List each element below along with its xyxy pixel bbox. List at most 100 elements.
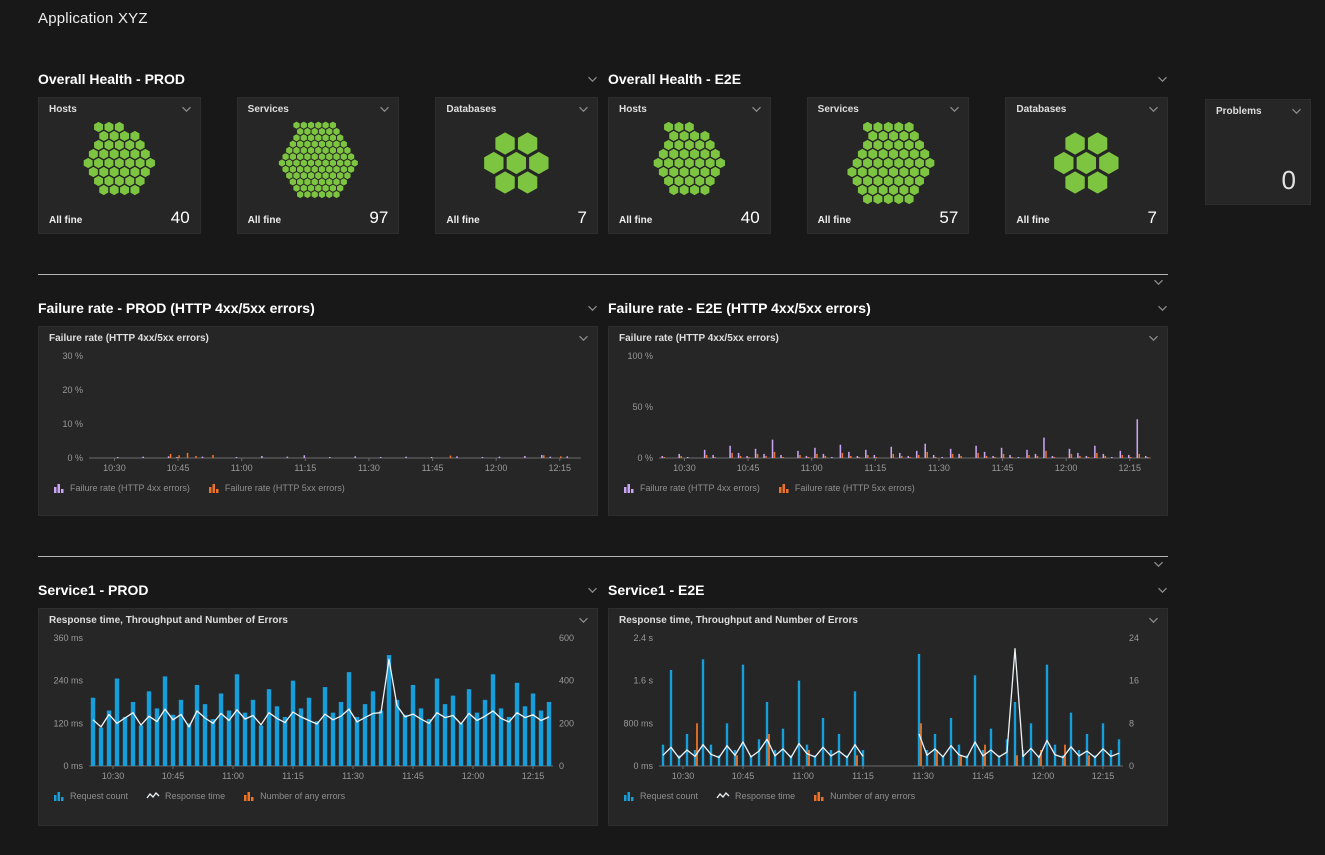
chevron-down-icon[interactable] bbox=[1148, 617, 1159, 624]
health-tile-databases[interactable]: Databases All fine 7 bbox=[435, 97, 598, 234]
svg-text:10:45: 10:45 bbox=[167, 463, 190, 473]
legend-item[interactable]: Request count bbox=[53, 791, 128, 801]
chevron-down-icon[interactable] bbox=[1157, 76, 1168, 83]
svg-text:10:30: 10:30 bbox=[103, 463, 126, 473]
svg-text:10 %: 10 % bbox=[62, 419, 83, 429]
chevron-down-icon[interactable] bbox=[587, 587, 598, 594]
legend-item[interactable]: Failure rate (HTTP 5xx errors) bbox=[778, 483, 915, 493]
svg-text:24: 24 bbox=[1129, 633, 1139, 643]
honeycomb-svg bbox=[1006, 117, 1167, 209]
svg-text:12:00: 12:00 bbox=[462, 771, 485, 781]
svg-text:12:15: 12:15 bbox=[1119, 463, 1142, 473]
svg-text:2.4 s: 2.4 s bbox=[633, 633, 653, 643]
svg-text:11:30: 11:30 bbox=[928, 463, 950, 473]
legend-label: Number of any errors bbox=[260, 791, 345, 801]
tile-title: Services bbox=[248, 104, 289, 115]
svg-text:50 %: 50 % bbox=[632, 402, 653, 412]
chevron-down-icon[interactable] bbox=[751, 106, 762, 113]
chart-legend: Request count Response time Number of any … bbox=[609, 786, 1167, 801]
legend-label: Failure rate (HTTP 5xx errors) bbox=[225, 483, 345, 493]
problems-column: Problems 0 bbox=[1205, 69, 1311, 234]
failure-rate-chart-tile-e2e[interactable]: Failure rate (HTTP 4xx/5xx errors) 0 %50… bbox=[608, 326, 1168, 516]
chart-canvas[interactable]: 0 %10 %20 %30 %10:3010:4511:0011:1511:30… bbox=[39, 346, 597, 478]
svg-text:10:30: 10:30 bbox=[672, 771, 695, 781]
chevron-down-icon[interactable] bbox=[1157, 305, 1168, 312]
svg-text:30 %: 30 % bbox=[62, 351, 83, 361]
failure-rate-chart-tile-prod[interactable]: Failure rate (HTTP 4xx/5xx errors) 0 %10… bbox=[38, 326, 598, 516]
health-tile-services[interactable]: Services All fine 57 bbox=[807, 97, 970, 234]
chevron-down-icon[interactable] bbox=[578, 617, 589, 624]
health-tile-databases[interactable]: Databases All fine 7 bbox=[1005, 97, 1168, 234]
section-title: Failure rate - PROD (HTTP 4xx/5xx errors… bbox=[38, 300, 315, 316]
svg-text:12:00: 12:00 bbox=[1055, 463, 1078, 473]
legend-item[interactable]: Response time bbox=[716, 791, 795, 801]
section-title: Service1 - PROD bbox=[38, 582, 149, 598]
health-tile-hosts[interactable]: Hosts All fine 40 bbox=[38, 97, 201, 234]
health-tile-hosts[interactable]: Hosts All fine 40 bbox=[608, 97, 771, 234]
entity-count: 40 bbox=[741, 209, 760, 226]
chevron-down-icon[interactable] bbox=[181, 106, 192, 113]
svg-text:11:00: 11:00 bbox=[222, 771, 244, 781]
legend-item[interactable]: Failure rate (HTTP 4xx errors) bbox=[623, 483, 760, 493]
entity-count: 7 bbox=[578, 209, 587, 226]
chevron-down-icon[interactable] bbox=[379, 106, 390, 113]
section-health-e2e: Overall Health - E2E Hosts All fine 40 bbox=[608, 69, 1168, 234]
svg-text:240 ms: 240 ms bbox=[53, 676, 83, 686]
status-label: All fine bbox=[1016, 215, 1049, 226]
chevron-down-icon[interactable] bbox=[1148, 335, 1159, 342]
svg-text:20 %: 20 % bbox=[62, 385, 83, 395]
problems-tile[interactable]: Problems 0 bbox=[1205, 99, 1311, 205]
svg-text:10:45: 10:45 bbox=[732, 771, 755, 781]
section-failure-e2e: Failure rate - E2E (HTTP 4xx/5xx errors)… bbox=[608, 298, 1168, 516]
svg-text:11:15: 11:15 bbox=[282, 771, 304, 781]
status-label: All fine bbox=[49, 215, 82, 226]
chevron-down-icon[interactable] bbox=[1153, 278, 1164, 286]
chevron-down-icon[interactable] bbox=[1291, 108, 1302, 115]
chevron-down-icon[interactable] bbox=[578, 335, 589, 342]
hexagon-cluster bbox=[1006, 117, 1167, 209]
tile-header: Hosts bbox=[39, 98, 200, 117]
chevron-down-icon[interactable] bbox=[1157, 587, 1168, 594]
legend-item[interactable]: Number of any errors bbox=[813, 791, 915, 801]
chevron-down-icon[interactable] bbox=[587, 305, 598, 312]
tile-footer: All fine 40 bbox=[609, 209, 770, 233]
hexagon-cluster bbox=[609, 117, 770, 209]
chevron-down-icon[interactable] bbox=[1153, 560, 1164, 568]
legend-item[interactable]: Failure rate (HTTP 5xx errors) bbox=[208, 483, 345, 493]
legend-item[interactable]: Response time bbox=[146, 791, 225, 801]
chevron-down-icon[interactable] bbox=[1148, 106, 1159, 113]
bar-series-icon bbox=[623, 791, 635, 801]
svg-text:12:15: 12:15 bbox=[522, 771, 545, 781]
chevron-down-icon[interactable] bbox=[949, 106, 960, 113]
chevron-down-icon[interactable] bbox=[578, 106, 589, 113]
legend-label: Response time bbox=[165, 791, 225, 801]
tile-footer: All fine 7 bbox=[1006, 209, 1167, 233]
honeycomb-svg bbox=[238, 117, 399, 209]
svg-text:16: 16 bbox=[1129, 676, 1139, 686]
svg-text:11:45: 11:45 bbox=[972, 771, 994, 781]
svg-text:12:00: 12:00 bbox=[485, 463, 508, 473]
legend-item[interactable]: Failure rate (HTTP 4xx errors) bbox=[53, 483, 190, 493]
service1-chart-tile-e2e[interactable]: Response time, Throughput and Number of … bbox=[608, 608, 1168, 826]
chevron-down-icon[interactable] bbox=[587, 76, 598, 83]
failure-rate-row: Failure rate - PROD (HTTP 4xx/5xx errors… bbox=[38, 298, 1310, 516]
svg-text:11:00: 11:00 bbox=[792, 771, 814, 781]
legend-label: Failure rate (HTTP 4xx errors) bbox=[70, 483, 190, 493]
legend-label: Failure rate (HTTP 4xx errors) bbox=[640, 483, 760, 493]
section-divider bbox=[38, 556, 1168, 568]
tile-header: Failure rate (HTTP 4xx/5xx errors) bbox=[39, 327, 597, 346]
bar-series-icon bbox=[243, 791, 255, 801]
legend-item[interactable]: Number of any errors bbox=[243, 791, 345, 801]
chart-canvas[interactable]: 0 ms120 ms240 ms360 ms020040060010:3010:… bbox=[39, 628, 597, 786]
svg-text:600: 600 bbox=[559, 633, 574, 643]
svg-text:10:45: 10:45 bbox=[162, 771, 185, 781]
svg-text:11:45: 11:45 bbox=[992, 463, 1014, 473]
legend-label: Number of any errors bbox=[830, 791, 915, 801]
bar-series-icon bbox=[813, 791, 825, 801]
health-tile-services[interactable]: Services All fine 97 bbox=[237, 97, 400, 234]
section-title: Overall Health - E2E bbox=[608, 71, 741, 87]
chart-canvas[interactable]: 0 %50 %100 %10:3010:4511:0011:1511:3011:… bbox=[609, 346, 1167, 478]
legend-item[interactable]: Request count bbox=[623, 791, 698, 801]
chart-canvas[interactable]: 0 ms800 ms1.6 s2.4 s08162410:3010:4511:0… bbox=[609, 628, 1167, 786]
service1-chart-tile-prod[interactable]: Response time, Throughput and Number of … bbox=[38, 608, 598, 826]
